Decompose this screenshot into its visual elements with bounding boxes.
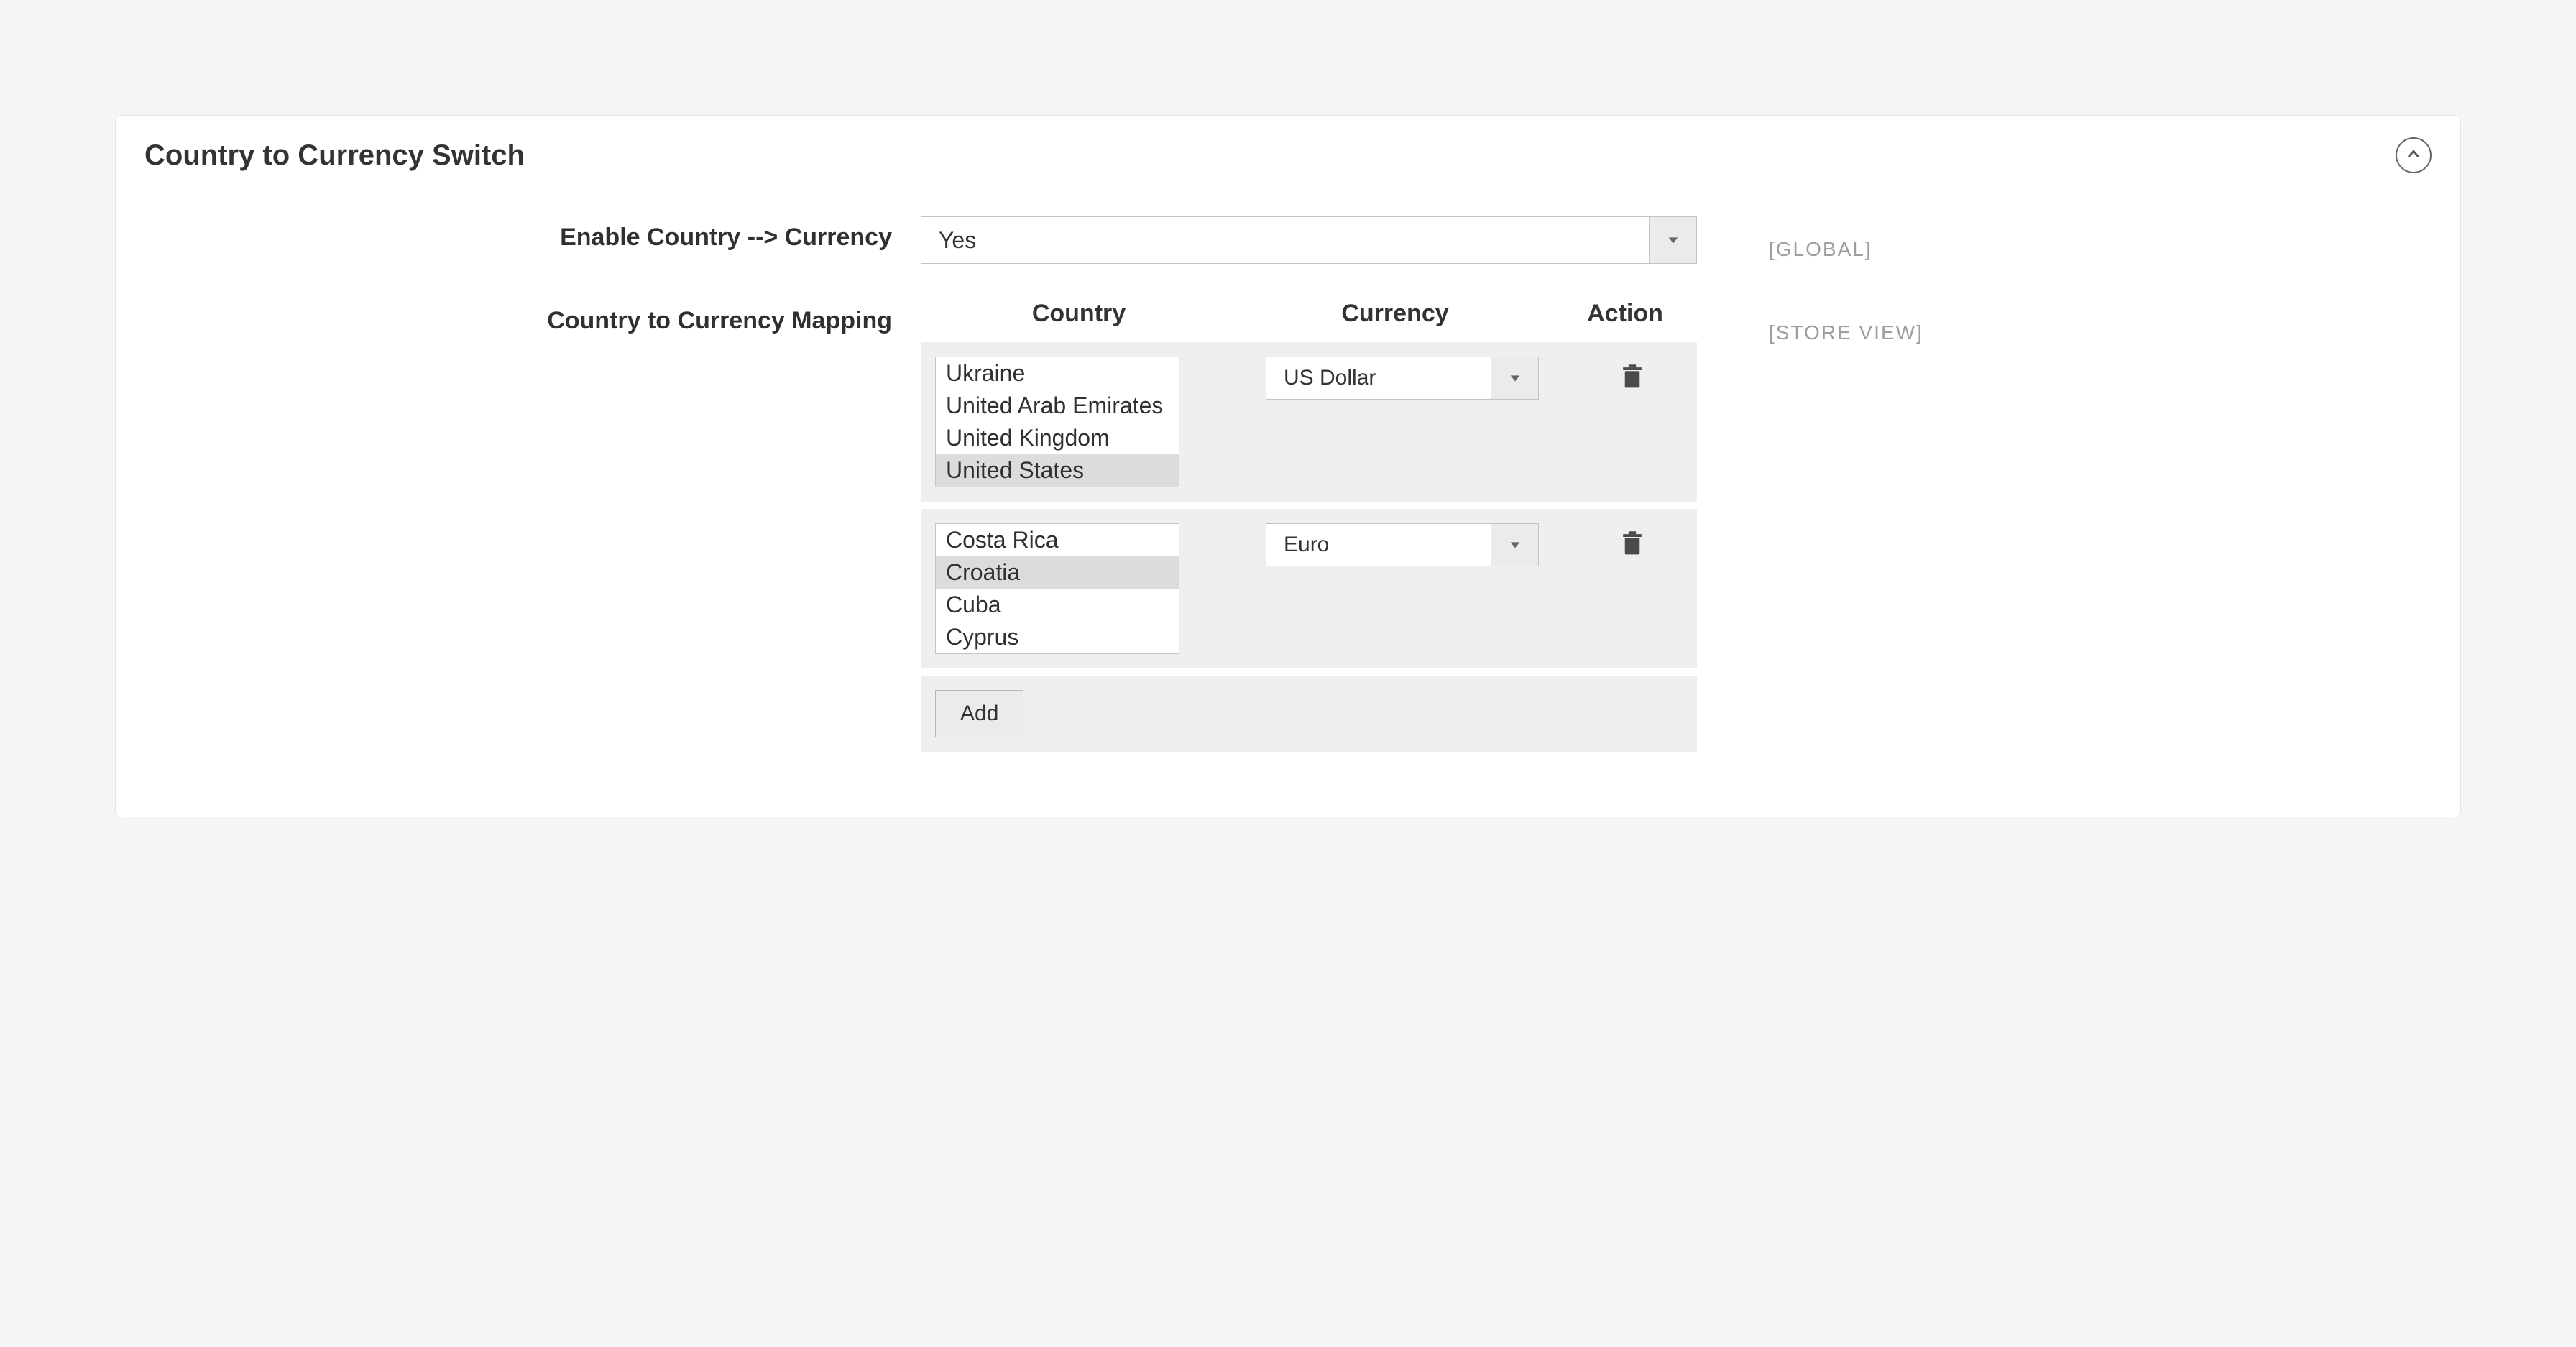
chevron-down-icon [1491,524,1538,566]
chevron-down-icon [1491,357,1538,399]
mapping-scope-tag: [STORE VIEW] [1769,300,1923,344]
country-option[interactable]: United Arab Emirates [936,390,1179,422]
delete-row-button[interactable] [1621,530,1644,556]
chevron-down-icon [1649,217,1696,263]
add-button[interactable]: Add [935,690,1024,737]
enable-select-value: Yes [921,217,1649,263]
currency-select-value: Euro [1266,524,1491,566]
mapping-row: Costa RicaCroatiaCubaCyprus Euro [921,509,1697,668]
currency-select-value: US Dollar [1266,357,1491,399]
country-option[interactable]: Cyprus [936,621,1179,653]
enable-field-label: Enable Country --> Currency [144,216,921,252]
delete-row-button[interactable] [1621,364,1644,390]
country-option[interactable]: Cuba [936,589,1179,621]
country-multiselect[interactable]: UkraineUnited Arab EmiratesUnited Kingdo… [935,357,1179,487]
trash-icon [1621,380,1644,392]
panel-title: Country to Currency Switch [144,139,525,172]
mapping-field-label: Country to Currency Mapping [144,300,921,335]
currency-select[interactable]: Euro [1266,523,1539,566]
country-option[interactable]: Ukraine [936,357,1179,390]
mapping-table-header: Country Currency Action [921,300,1697,342]
enable-scope-tag: [GLOBAL] [1769,216,1872,261]
col-header-action: Action [1553,300,1697,328]
col-header-currency: Currency [1237,300,1553,328]
chevron-up-icon [2406,146,2421,165]
country-currency-panel: Country to Currency Switch Enable Countr… [115,115,2461,817]
mapping-row: UkraineUnited Arab EmiratesUnited Kingdo… [921,342,1697,502]
enable-field-row: Enable Country --> Currency Yes [GLOBAL] [144,216,2432,264]
mapping-table: Country Currency Action UkraineUnited Ar… [921,300,1697,752]
mapping-add-row: Add [921,676,1697,752]
mapping-field-row: Country to Currency Mapping Country Curr… [144,300,2432,752]
country-option[interactable]: Croatia [936,556,1179,589]
panel-header: Country to Currency Switch [144,137,2432,173]
collapse-toggle[interactable] [2396,137,2432,173]
country-option[interactable]: United Kingdom [936,422,1179,454]
country-multiselect[interactable]: Costa RicaCroatiaCubaCyprus [935,523,1179,654]
trash-icon [1621,547,1644,559]
country-option[interactable]: United States [936,454,1179,487]
enable-select[interactable]: Yes [921,216,1697,264]
currency-select[interactable]: US Dollar [1266,357,1539,400]
country-option[interactable]: Costa Rica [936,524,1179,556]
col-header-country: Country [921,300,1237,328]
